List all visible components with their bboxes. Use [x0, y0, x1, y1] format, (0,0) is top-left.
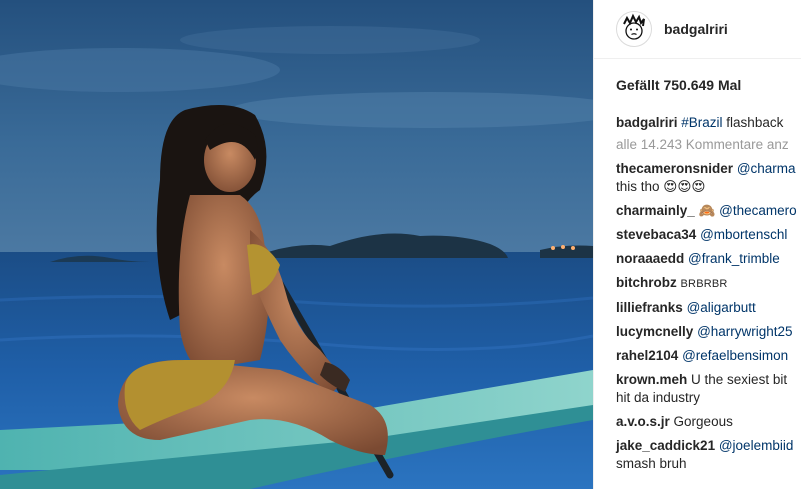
comment-item: charmainly_ 🙈 @thecamero: [616, 202, 801, 220]
comment-item: thecameronsnider @charma this tho 😍😍😍: [616, 160, 801, 196]
comment-mention[interactable]: @frank_trimble: [688, 251, 780, 266]
view-all-comments-link[interactable]: alle 14.243 Kommentare anz: [616, 136, 801, 154]
avatar-face-icon: [618, 13, 650, 45]
comment-text-continued: this tho 😍😍😍: [616, 179, 706, 194]
comment-text: U the sexiest bit: [691, 372, 788, 387]
caption-username[interactable]: badgalriri: [616, 115, 678, 130]
comment-item: a.v.o.s.jr Gorgeous: [616, 413, 801, 431]
comment-item: noraaaedd @frank_trimble: [616, 250, 801, 268]
comments-list: badgalriri #Brazil flashback alle 14.243…: [616, 114, 801, 479]
comment-text: BRBRBR: [680, 278, 728, 290]
comment-username[interactable]: noraaaedd: [616, 251, 684, 266]
avatar[interactable]: [616, 11, 652, 47]
comment-username[interactable]: charmainly_: [616, 203, 695, 218]
comment-item: lucymcnelly @harrywright25: [616, 323, 801, 341]
likes-count[interactable]: Gefällt 750.649 Mal: [616, 77, 741, 93]
comment-username[interactable]: a.v.o.s.jr: [616, 414, 670, 429]
comment-mention[interactable]: @refaelbensimon: [682, 348, 788, 363]
post-sidebar: badgalriri Gefällt 750.649 Mal badgalrir…: [593, 0, 801, 489]
comment-mention[interactable]: @thecamero: [719, 203, 797, 218]
comment-username[interactable]: lilliefranks: [616, 300, 683, 315]
comment-username[interactable]: rahel2104: [616, 348, 678, 363]
comment-text: 🙈: [698, 203, 720, 218]
post-photo[interactable]: [0, 0, 593, 489]
comment-username[interactable]: lucymcnelly: [616, 324, 693, 339]
comment-item: lilliefranks @aligarbutt: [616, 299, 801, 317]
comment-mention[interactable]: @joelembiid: [719, 438, 794, 453]
post-header: badgalriri: [594, 0, 801, 59]
comment-mention[interactable]: @charma: [737, 161, 796, 176]
caption: badgalriri #Brazil flashback: [616, 114, 801, 132]
comment-username[interactable]: stevebaca34: [616, 227, 696, 242]
comment-username[interactable]: bitchrobz: [616, 275, 677, 290]
comment-item: bitchrobz BRBRBR: [616, 274, 801, 293]
comment-mention[interactable]: @mbortenschl: [700, 227, 787, 242]
comment-mention[interactable]: @aligarbutt: [687, 300, 756, 315]
photo-scene: [0, 0, 593, 489]
comment-text-continued: smash bruh: [616, 456, 687, 471]
comment-mention[interactable]: @harrywright25: [697, 324, 793, 339]
comment-username[interactable]: krown.meh: [616, 372, 687, 387]
caption-hashtag[interactable]: #Brazil: [681, 115, 722, 130]
comment-item: stevebaca34 @mbortenschl: [616, 226, 801, 244]
comment-item: rahel2104 @refaelbensimon: [616, 347, 801, 365]
instagram-post: badgalriri Gefällt 750.649 Mal badgalrir…: [0, 0, 801, 489]
comment-text-continued: hit da industry: [616, 390, 701, 405]
comment-username[interactable]: thecameronsnider: [616, 161, 733, 176]
post-username[interactable]: badgalriri: [664, 21, 728, 37]
comment-text: Gorgeous: [673, 414, 733, 429]
comment-item: krown.meh U the sexiest bit hit da indust…: [616, 371, 801, 407]
caption-text: flashback: [722, 115, 784, 130]
comment-username[interactable]: jake_caddick21: [616, 438, 715, 453]
comment-item: jake_caddick21 @joelembiid smash bruh: [616, 437, 801, 473]
